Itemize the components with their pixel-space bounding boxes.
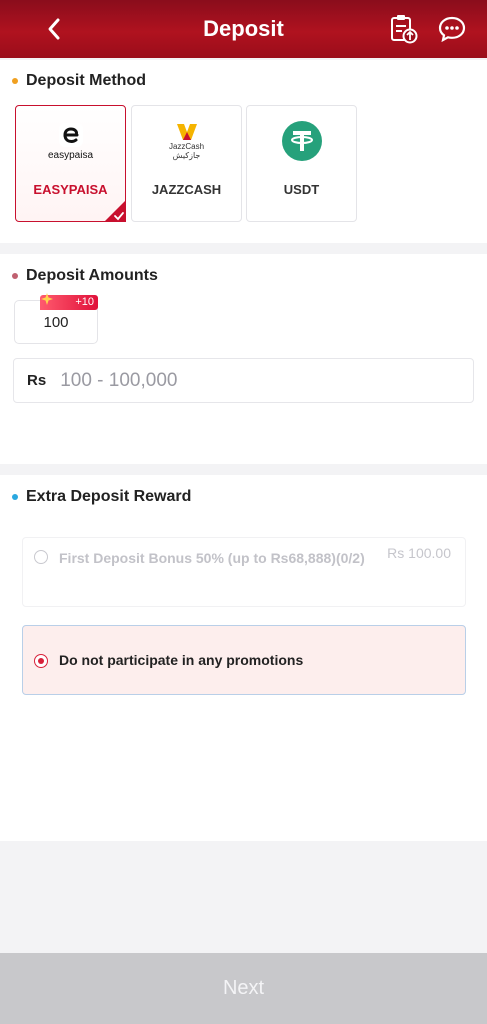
method-card-easypaisa[interactable]: easypaisa EASYPAISA [15,105,126,222]
section-title-text: Deposit Amounts [26,267,158,284]
section-title-text: Deposit Method [26,72,146,89]
tether-icon [281,121,322,161]
page-title: Deposit [203,16,284,41]
usdt-logo [247,118,356,164]
section-title-text: Extra Deposit Reward [26,488,192,505]
method-card-usdt[interactable]: USDT [246,105,357,222]
easypaisa-icon [58,122,83,147]
easypaisa-logo: easypaisa [16,118,125,164]
easypaisa-logo-text: easypaisa [47,149,94,161]
next-button[interactable]: Next [0,953,487,1024]
sparkle-icon [41,293,53,305]
jazzcash-icon [176,124,197,140]
jazzcash-logo-text: JazzCash [168,142,205,151]
back-button[interactable] [36,11,72,47]
amount-input[interactable] [60,369,441,392]
next-button-label: Next [222,977,265,999]
promo-option-none[interactable]: Do not participate in any promotions [22,625,466,695]
clipboard-upload-icon [391,15,418,44]
jazzcash-logo: JazzCash جازکیش [132,118,241,164]
currency-label: Rs [27,372,47,389]
radio-checked[interactable] [34,654,48,668]
amount-input-box[interactable]: Rs [13,358,474,403]
deposit-amounts-title: Deposit Amounts [12,267,158,285]
method-card-jazzcash[interactable]: JazzCash جازکیش JAZZCASH [131,105,242,222]
radio-unchecked[interactable] [34,550,48,564]
amount-chip-value: 100 [43,314,69,331]
method-label: EASYPAISA [33,182,108,197]
amount-chip-100[interactable]: +10 100 [14,293,98,344]
deposit-records-button[interactable] [386,12,420,46]
chevron-left-icon [48,18,60,40]
app-header: Deposit [0,0,487,58]
method-label: USDT [283,182,320,197]
selected-check-icon [104,200,126,222]
jazzcash-logo-subtext: جازکیش [172,151,201,160]
section-dot [12,494,18,500]
promo-text: Do not participate in any promotions [59,652,304,668]
chat-support-icon [438,16,466,43]
section-dot [12,78,18,84]
promo-option-first-deposit[interactable]: First Deposit Bonus 50% (up to Rs68,888)… [22,537,466,607]
deposit-method-title: Deposit Method [12,72,146,90]
promo-text: First Deposit Bonus 50% (up to Rs68,888)… [59,550,365,566]
section-dot [12,273,18,279]
customer-support-button[interactable] [435,12,469,46]
method-label: JAZZCASH [151,182,222,197]
extra-reward-title: Extra Deposit Reward [12,488,191,506]
promo-amount: Rs 100.00 [387,545,451,561]
